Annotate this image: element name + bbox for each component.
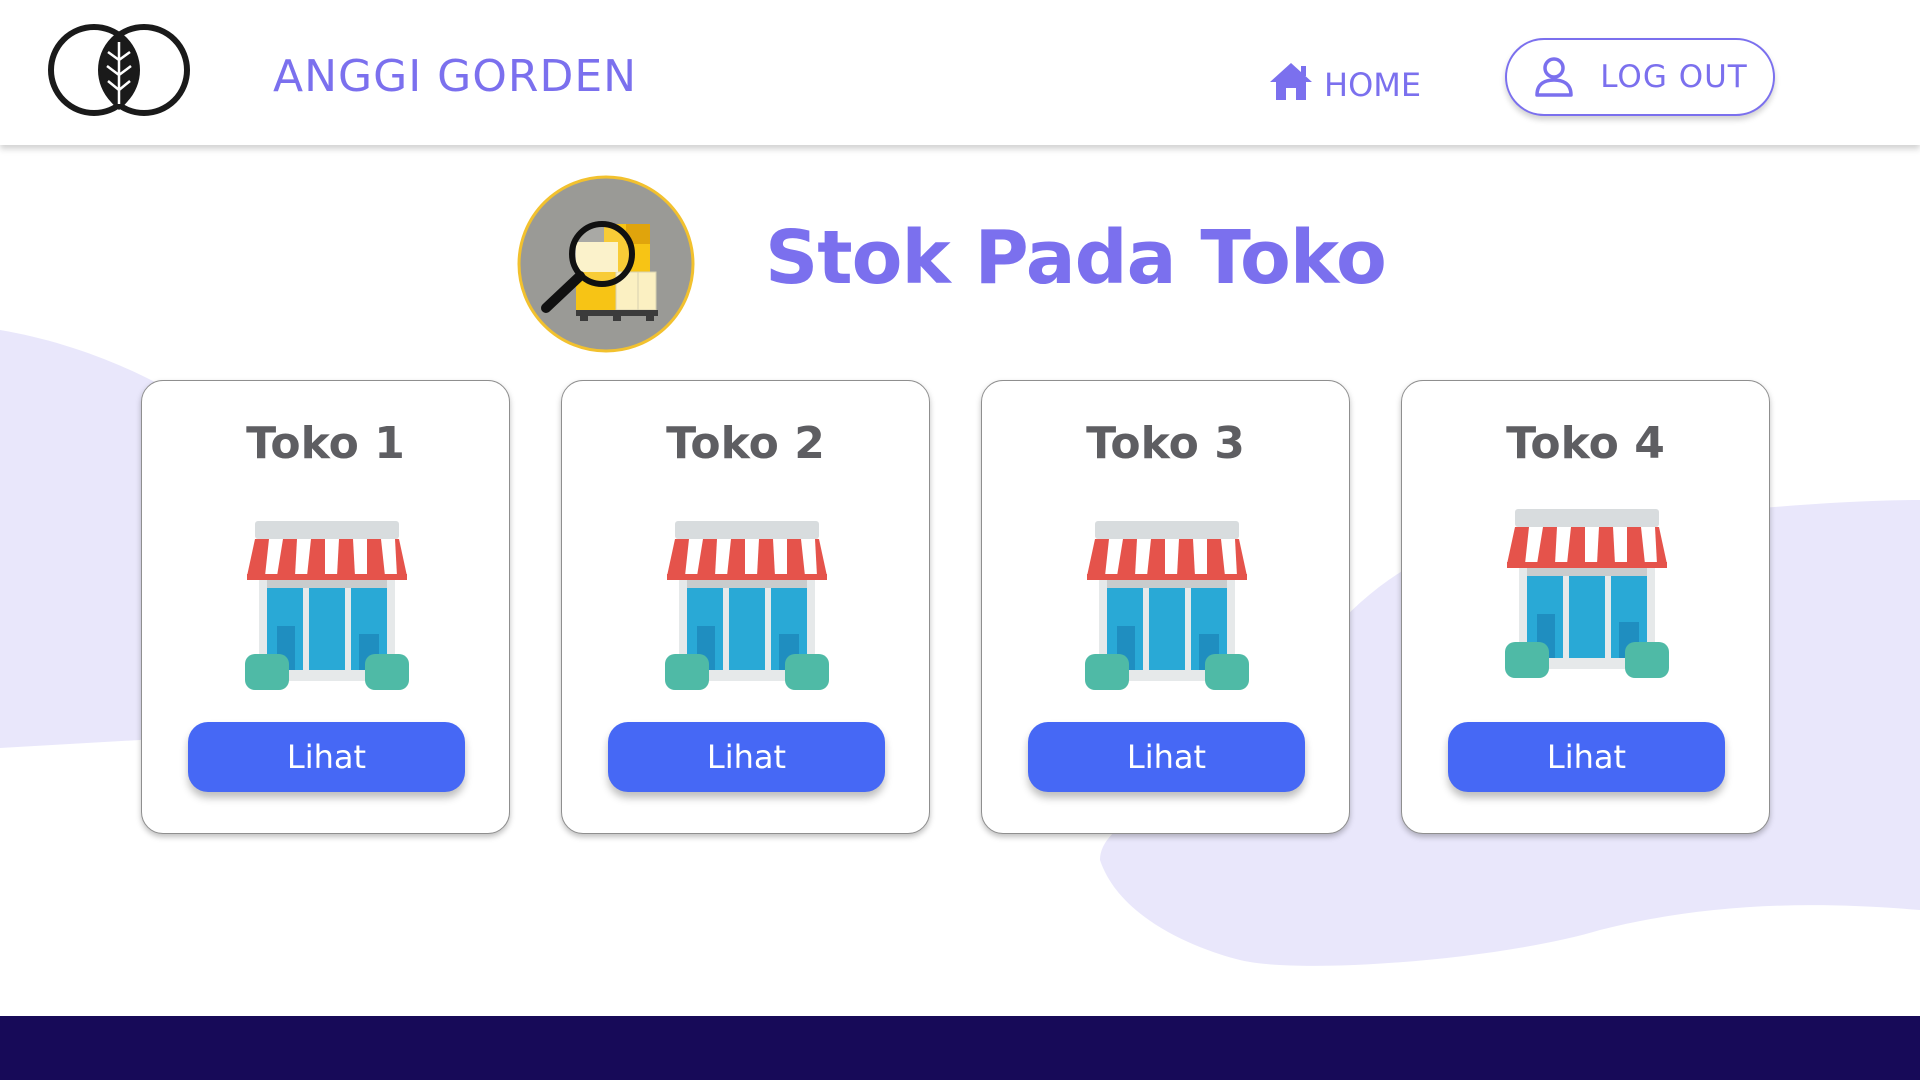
leaf-logo-icon[interactable] — [44, 20, 194, 120]
store-icon — [665, 521, 829, 690]
store-card-1: Toko 1 Lihat — [141, 380, 510, 834]
store-title: Toko 4 — [1506, 418, 1665, 469]
store-icon — [245, 521, 409, 690]
user-icon — [1535, 57, 1574, 97]
store-title: Toko 3 — [1086, 418, 1245, 469]
brand-name[interactable]: ANGGI GORDEN — [273, 51, 637, 102]
store-title: Toko 1 — [246, 418, 405, 469]
view-store-button[interactable]: Lihat — [608, 722, 885, 792]
footer-bar — [0, 1016, 1920, 1080]
top-navbar: ANGGI GORDEN HOME LOG OUT — [0, 0, 1920, 145]
home-icon — [1270, 63, 1312, 100]
store-title: Toko 2 — [666, 418, 825, 469]
view-store-button[interactable]: Lihat — [1028, 722, 1305, 792]
view-store-button[interactable]: Lihat — [188, 722, 465, 792]
inventory-search-icon — [517, 175, 695, 353]
nav-home-link[interactable]: HOME — [1268, 58, 1421, 104]
logout-button[interactable]: LOG OUT — [1505, 38, 1775, 116]
store-card-2: Toko 2 Lihat — [561, 380, 930, 834]
page: ANGGI GORDEN HOME LOG OUT Stok Pada Toko… — [0, 0, 1920, 1080]
view-store-button[interactable]: Lihat — [1448, 722, 1725, 792]
home-label: HOME — [1324, 66, 1422, 104]
page-title: Stok Pada Toko — [765, 215, 1387, 301]
logout-label: LOG OUT — [1600, 59, 1748, 95]
store-icon — [1505, 509, 1669, 678]
store-card-4: Toko 4 Lihat — [1401, 380, 1770, 834]
store-icon — [1085, 521, 1249, 690]
store-card-3: Toko 3 Lihat — [981, 380, 1350, 834]
